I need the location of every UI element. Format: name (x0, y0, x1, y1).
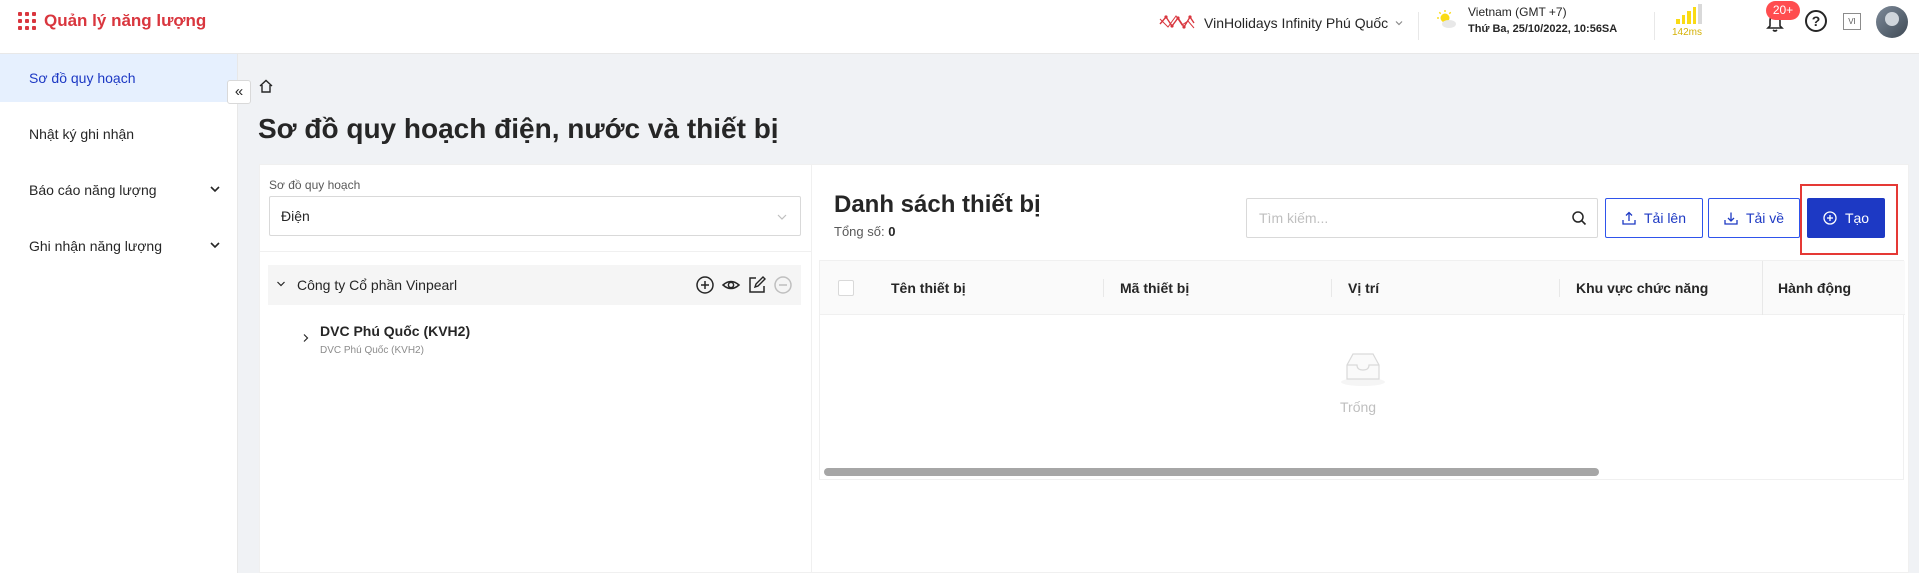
eye-icon[interactable] (721, 275, 741, 295)
download-button[interactable]: Tải về (1708, 198, 1800, 238)
app-grid-icon[interactable] (18, 12, 36, 30)
download-icon (1724, 212, 1738, 225)
column-device-name[interactable]: Tên thiết bị (891, 280, 966, 296)
remove-circle-icon[interactable] (773, 275, 793, 295)
total-label: Tổng số: (834, 224, 885, 239)
sidebar-item-planning-map[interactable]: Sơ đồ quy hoạch (0, 54, 237, 102)
column-divider (1103, 279, 1104, 297)
search-icon[interactable] (1571, 210, 1587, 226)
tree-node-label: DVC Phú Quốc (KVH2) (320, 323, 471, 339)
sidebar-collapse-button[interactable]: « (227, 80, 251, 104)
upload-label: Tải lên (1643, 210, 1687, 226)
column-actions: Hành động (1778, 280, 1852, 296)
upload-icon (1622, 211, 1636, 225)
tree-node-sublabel: DVC Phú Quốc (KVH2) (320, 345, 424, 356)
panel-divider (260, 251, 812, 252)
app-title: Quản lý năng lượng (44, 11, 207, 30)
home-icon[interactable] (258, 78, 274, 94)
sidebar-item-label: Ghi nhận năng lượng (29, 238, 162, 254)
planning-type-select[interactable]: Điện (269, 196, 801, 236)
avatar[interactable] (1876, 6, 1908, 38)
timezone-label: Vietnam (GMT +7) (1468, 5, 1567, 19)
sidebar: Sơ đồ quy hoạch Nhật ký ghi nhận Báo cáo… (0, 54, 238, 573)
chevron-down-icon (1395, 21, 1403, 26)
download-label: Tải về (1745, 210, 1785, 226)
column-divider (1559, 279, 1560, 297)
chevron-down-icon (777, 214, 787, 220)
weather-sun-cloud-icon (1437, 10, 1456, 28)
sidebar-item-label: Báo cáo năng lượng (29, 182, 157, 198)
chevron-down-icon (210, 242, 220, 249)
empty-state-text: Trống (1340, 399, 1377, 415)
planning-tree-panel: Sơ đồ quy hoạch Điện Công ty Cổ phần Vin… (260, 165, 812, 573)
hotel-selector[interactable]: VinHolidays Infinity Phú Quốc (1158, 11, 1404, 35)
add-circle-icon[interactable] (695, 275, 715, 295)
hotel-logo-icon (1159, 15, 1195, 29)
datetime-label: Thứ Ba, 25/10/2022, 10:56SA (1468, 23, 1618, 35)
sidebar-item-energy-record[interactable]: Ghi nhận năng lượng (0, 222, 237, 270)
hotel-name: VinHolidays Infinity Phú Quốc (1204, 15, 1389, 31)
create-button[interactable]: Tạo (1807, 198, 1885, 238)
tree-node-label: Công ty Cổ phần Vinpearl (297, 277, 458, 293)
total-count: Tổng số: 0 (834, 224, 895, 239)
notification-badge: 20+ (1766, 1, 1800, 20)
help-icon[interactable]: ? (1805, 10, 1827, 32)
column-divider (1762, 261, 1763, 315)
sidebar-item-log[interactable]: Nhật ký ghi nhận (0, 110, 237, 158)
tree-node-actions (695, 275, 793, 295)
create-label: Tạo (1844, 210, 1870, 226)
column-functional-area[interactable]: Khu vực chức năng (1576, 280, 1708, 296)
horizontal-scrollbar[interactable] (824, 468, 1599, 476)
header-divider (1418, 12, 1419, 40)
column-divider (1331, 279, 1332, 297)
chevron-down-icon[interactable] (276, 279, 286, 289)
column-device-code[interactable]: Mã thiết bị (1120, 280, 1189, 296)
top-header: Quản lý năng lượng VinHolidays Infinity … (0, 0, 1919, 54)
column-location[interactable]: Vị trí (1348, 280, 1379, 296)
sidebar-item-energy-report[interactable]: Báo cáo năng lượng (0, 166, 237, 214)
select-all-checkbox[interactable] (838, 280, 854, 296)
sidebar-item-label: Sơ đồ quy hoạch (29, 70, 136, 86)
upload-button[interactable]: Tải lên (1605, 198, 1703, 238)
search-input[interactable] (1247, 199, 1557, 237)
chevron-right-icon[interactable] (301, 333, 311, 343)
device-table: Tên thiết bị Mã thiết bị Vị trí Khu vực … (819, 260, 1905, 480)
table-header: Tên thiết bị Mã thiết bị Vị trí Khu vực … (820, 261, 1905, 315)
header-divider (1654, 12, 1655, 40)
device-list-title: Danh sách thiết bị (834, 191, 1041, 218)
empty-inbox-icon (1341, 353, 1385, 386)
sidebar-item-label: Nhật ký ghi nhận (29, 126, 135, 142)
content-card: Sơ đồ quy hoạch Điện Công ty Cổ phần Vin… (259, 164, 1909, 573)
language-switcher[interactable]: VI (1843, 13, 1861, 30)
search-box (1246, 198, 1598, 238)
latency-label: 142ms (1672, 27, 1703, 38)
device-list-panel: Danh sách thiết bị Tổng số: 0 Tải lên (813, 165, 1910, 573)
tree-node-company[interactable]: Công ty Cổ phần Vinpearl (268, 265, 801, 305)
brand[interactable]: Quản lý năng lượng (18, 11, 206, 31)
plus-circle-icon (1823, 211, 1837, 225)
edit-icon[interactable] (747, 275, 767, 295)
chevron-down-icon (210, 186, 220, 193)
total-value: 0 (888, 224, 896, 239)
planning-type-value: Điện (281, 208, 310, 224)
planning-select-label: Sơ đồ quy hoạch (269, 178, 361, 192)
tree-node-branch[interactable]: DVC Phú Quốc (KVH2) DVC Phú Quốc (KVH2) (268, 317, 801, 361)
signal-strength-icon (1676, 4, 1702, 24)
page-title: Sơ đồ quy hoạch điện, nước và thiết bị (258, 113, 779, 144)
